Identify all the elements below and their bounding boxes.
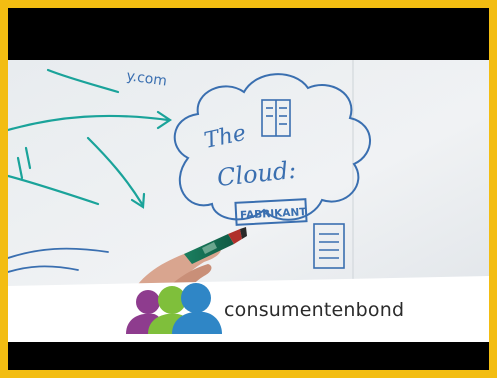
video-thumbnail[interactable]: y.com The Cloud: FABRIKANT consumentenbo… (8, 8, 489, 370)
brand-name: consumentenbond (224, 299, 405, 321)
video-thumbnail-frame[interactable]: y.com The Cloud: FABRIKANT consumentenbo… (0, 0, 497, 378)
top-letterbox-bar (8, 8, 489, 60)
